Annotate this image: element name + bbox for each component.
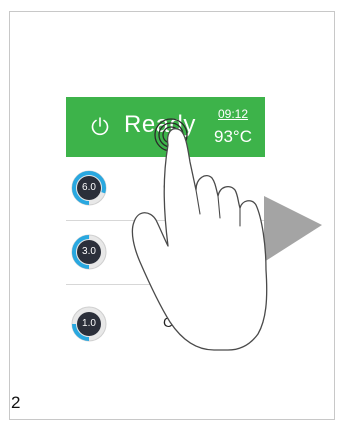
row-label: Custon	[163, 314, 208, 330]
list-item[interactable]: 3.0	[66, 221, 265, 285]
row-label: Cu	[163, 178, 181, 194]
gauge-value: 6.0	[82, 182, 96, 193]
list-item[interactable]: 6.0 Cu	[66, 157, 265, 221]
temperature-label: 93°C	[214, 127, 252, 146]
time-label: 09:12	[218, 107, 249, 121]
status-label: Ready	[124, 111, 196, 138]
device-screen: Ready 09:12 93°C 6.0 Cu 3.0 1.0 Custon	[66, 97, 265, 357]
status-header[interactable]: Ready 09:12 93°C	[66, 97, 265, 157]
gauge-value: 1.0	[82, 318, 96, 329]
gauge-value: 3.0	[82, 246, 96, 257]
power-icon[interactable]	[89, 115, 111, 137]
step-number: 2	[11, 393, 21, 412]
list-item[interactable]: 1.0 Custon	[66, 285, 265, 357]
